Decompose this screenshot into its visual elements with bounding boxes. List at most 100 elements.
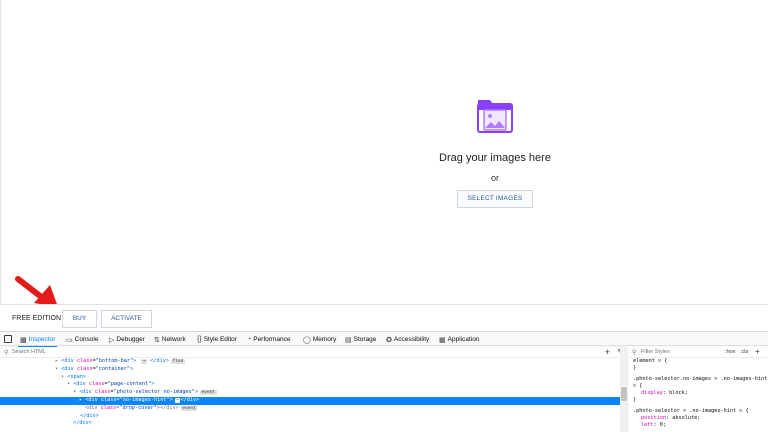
tab-label: Memory <box>312 336 337 343</box>
activate-button[interactable]: ACTIVATE <box>101 310 152 328</box>
application-icon: ▦ <box>439 336 446 344</box>
tab-label: Console <box>74 336 99 343</box>
tab-memory[interactable]: ◯ Memory <box>303 334 336 345</box>
app-window: Drag your images here or SELECT IMAGES F… <box>0 0 768 432</box>
search-icon: ⚲ <box>4 350 9 356</box>
rule-selector: element ⚙ { <box>633 358 768 365</box>
property-name[interactable]: left <box>641 422 654 428</box>
tab-application[interactable]: ▦ Application <box>439 334 479 345</box>
select-images-button[interactable]: SELECT IMAGES <box>456 190 534 208</box>
tab-inspector[interactable]: ▩ Inspector <box>18 334 58 348</box>
add-rule-icon[interactable]: + <box>755 347 760 356</box>
gear-icon[interactable]: ⚙ <box>658 358 661 364</box>
scrollbar-thumb[interactable] <box>621 387 627 401</box>
tab-debugger[interactable]: ▷ Debugger <box>109 334 145 345</box>
tab-label: Debugger <box>116 336 145 343</box>
divider <box>0 0 1 304</box>
search-html-input[interactable]: Search HTML <box>12 349 46 355</box>
devtools-panel: ▩ Inspector ▭ Console ▷ Debugger ⇅ Network {… <box>0 331 768 432</box>
memory-icon: ◯ <box>303 336 311 344</box>
tree-line[interactable]: <div class="drop-cover"></div> event <box>0 405 627 413</box>
add-node-icon[interactable]: + <box>605 347 610 357</box>
photo-app-area: Drag your images here or SELECT IMAGES <box>0 0 768 304</box>
element-picker-icon[interactable] <box>4 335 12 343</box>
tab-label: Application <box>447 336 480 343</box>
tag-open: <div <box>61 365 74 372</box>
selector-text: element <box>633 358 655 364</box>
attr-name: class <box>100 396 117 403</box>
tree-line[interactable]: </div> <box>0 413 627 421</box>
rules-view: ⚲ Filter Styles :hov .cls + element ⚙ { … <box>629 347 768 432</box>
gear-icon[interactable]: ⚙ <box>633 383 636 389</box>
property-value[interactable]: absolute; <box>672 415 700 421</box>
tab-network[interactable]: ⇅ Network <box>154 334 186 345</box>
selector-text: .photo-selector > .no-images-hint <box>633 407 737 414</box>
performance-icon: ◔ <box>247 336 252 343</box>
property-value[interactable]: 0; <box>660 422 666 428</box>
property-value[interactable]: block; <box>669 390 688 396</box>
tree-line[interactable]: ▾ <div class="photo-selector no-images">… <box>0 389 627 397</box>
hov-toggle[interactable]: :hov <box>725 349 735 355</box>
style-editor-icon: {} <box>197 336 202 343</box>
tree-line[interactable]: ▾ <div class="container"> <box>0 366 627 374</box>
css-declaration[interactable]: left: 0; <box>633 422 768 429</box>
css-declaration[interactable]: position: absolute; <box>633 415 768 422</box>
tab-label: Inspector <box>28 336 56 343</box>
event-badge[interactable]: event <box>199 390 217 396</box>
tab-label: Performance <box>253 336 291 343</box>
tab-storage[interactable]: ▤ Storage <box>345 334 376 345</box>
brace: { <box>639 382 643 389</box>
gear-icon[interactable]: ⚙ <box>739 408 742 414</box>
css-declaration[interactable]: display: block; <box>633 390 768 397</box>
tree-line[interactable]: ▸ <div class="bottom-bar"> ⋯ </div> flex <box>0 358 627 366</box>
network-icon: ⇅ <box>154 336 160 344</box>
property-name[interactable]: display <box>641 390 663 396</box>
filter-icon: ⚲ <box>632 350 637 356</box>
tab-style-editor[interactable]: {} Style Editor <box>197 334 237 345</box>
cls-toggle[interactable]: .cls <box>740 349 748 355</box>
tag-rest: > <box>194 389 198 396</box>
tag-open: <div <box>61 358 74 364</box>
tag-open: <div <box>85 396 98 403</box>
buy-button[interactable]: BUY <box>62 310 97 328</box>
rule-close: } <box>633 365 637 372</box>
flex-badge[interactable]: flex <box>170 359 185 364</box>
property-name[interactable]: position <box>641 415 666 421</box>
drop-zone[interactable]: Drag your images here or SELECT IMAGES <box>390 94 600 208</box>
tree-line[interactable]: ▾ <span> <box>0 374 627 382</box>
tag-rest: > <box>133 358 140 364</box>
attr-name: class <box>100 404 117 411</box>
attr-value: "no-images-hint" <box>119 396 170 403</box>
selected-tree-line[interactable]: ▸ <div class="no-images-hint"> ⋯ </div> <box>0 396 627 405</box>
tab-performance[interactable]: ◔ Performance <box>247 334 290 345</box>
attr-name: class <box>76 365 93 372</box>
tab-label: Network <box>161 336 186 343</box>
inspector-icon: ▩ <box>20 336 27 344</box>
html-search-bar[interactable]: ⚲ Search HTML + ✎ <box>0 347 627 358</box>
rule-selector: .photo-selector.no-images > .no-images-h… <box>633 376 768 383</box>
markup-scrollbar[interactable] <box>620 347 628 432</box>
drop-title: Drag your images here <box>439 152 551 164</box>
tag-open: <div <box>79 389 92 396</box>
attr-value: "page-content" <box>107 381 152 388</box>
tab-console[interactable]: ▭ Console <box>66 334 98 345</box>
devtools-toolbar: ▩ Inspector ▭ Console ▷ Debugger ⇅ Network {… <box>0 332 768 348</box>
debugger-icon: ▷ <box>109 336 115 344</box>
tab-accessibility[interactable]: ✪ Accessibility <box>386 334 429 345</box>
event-badge[interactable]: event <box>180 405 198 411</box>
edition-label: FREE EDITION <box>12 315 62 322</box>
tree-line[interactable]: ▾ <div class="page-content"> <box>0 381 627 389</box>
tag-close: </div> <box>73 420 92 427</box>
filter-styles-bar[interactable]: ⚲ Filter Styles :hov .cls + <box>629 347 768 358</box>
attr-value: "bottom-bar" <box>95 358 134 364</box>
collapsed-badge[interactable]: ⋯ <box>141 359 148 364</box>
filter-styles-input[interactable]: Filter Styles <box>641 349 670 355</box>
markup-view: ⚲ Search HTML + ✎ ▸ <div class="bottom-b… <box>0 347 628 432</box>
tag-close: </div> <box>80 412 99 419</box>
console-icon: ▭ <box>66 336 73 344</box>
tag-rest: > <box>169 396 173 403</box>
accessibility-icon: ✪ <box>386 336 392 344</box>
brace: { <box>745 407 749 414</box>
html-tree: ▸ <div class="bottom-bar"> ⋯ </div> flex … <box>0 358 627 428</box>
tree-line[interactable]: </div> <box>0 420 627 428</box>
